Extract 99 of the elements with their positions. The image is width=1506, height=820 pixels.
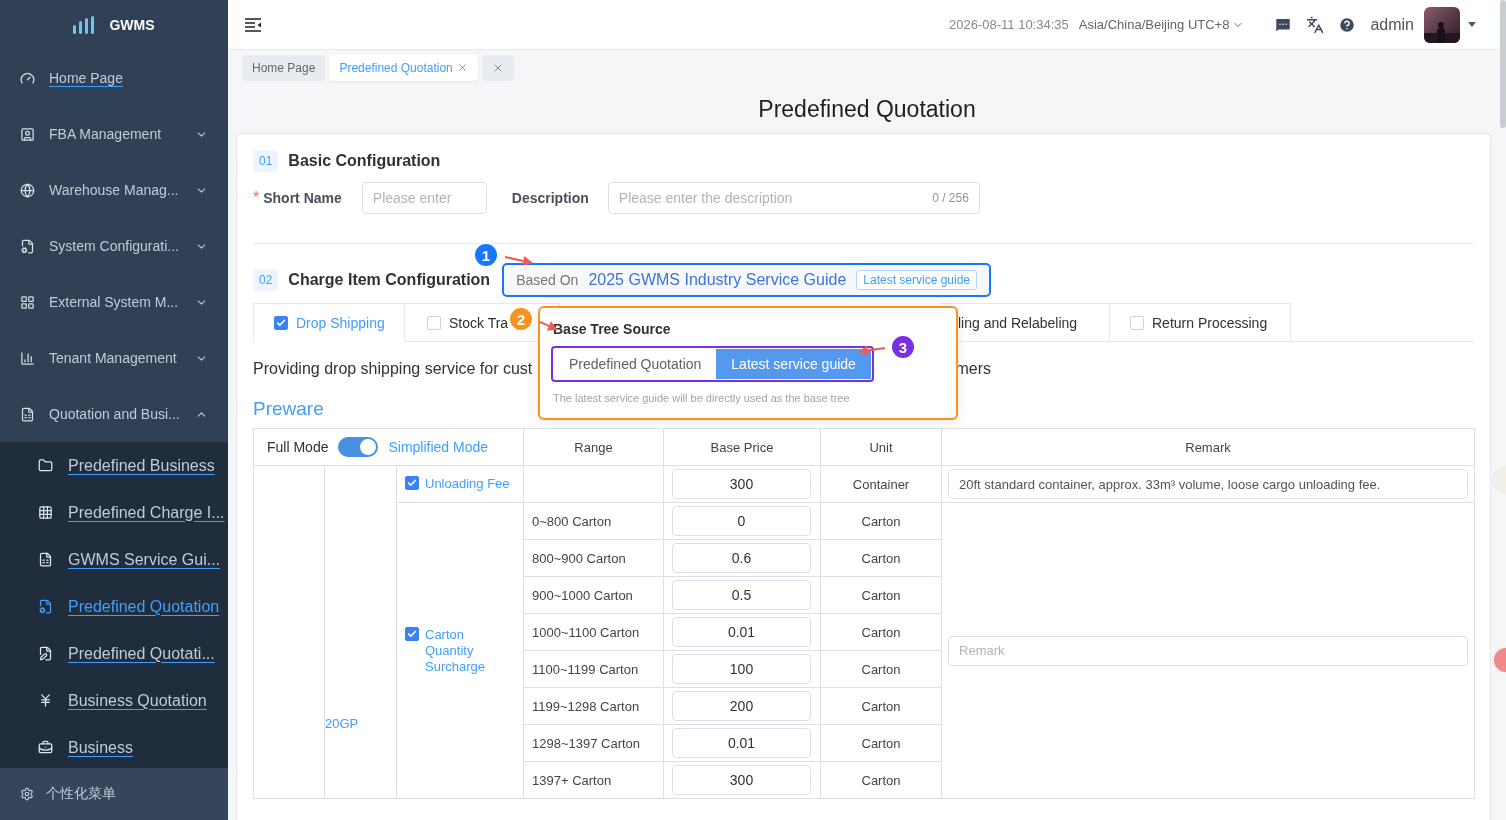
scrollbar[interactable]: [1500, 0, 1506, 128]
unit-cell: Carton: [861, 513, 901, 529]
submenu-item[interactable]: Business Quotation: [0, 677, 228, 724]
help-icon[interactable]: [1338, 15, 1357, 34]
document-icon: [38, 599, 53, 614]
document-icon: [20, 406, 35, 422]
popover-hint: The latest service guide will be directly used as the base tree: [552, 392, 851, 404]
menu-item[interactable]: Warehouse Manag...: [0, 162, 228, 218]
field-label: Short Name: [263, 190, 342, 206]
field-label: Description: [511, 190, 589, 206]
unit-cell: Carton: [861, 772, 901, 788]
menu-item[interactable]: External System M...: [0, 274, 228, 330]
charge-item-label: Carton Quantity Surcharge: [425, 626, 486, 675]
mode-label: Simplified Mode: [388, 439, 489, 455]
section-title: Basic Configuration: [288, 152, 441, 170]
edit-icon: [38, 646, 53, 661]
range-cell: 900~1000 Carton: [532, 587, 633, 603]
translate-icon[interactable]: [1306, 15, 1325, 34]
unit-cell: Carton: [861, 661, 901, 677]
range-cell: 800~900 Carton: [532, 550, 626, 566]
price-input[interactable]: 300: [672, 469, 811, 499]
unit-cell: Carton: [861, 624, 901, 640]
checkbox[interactable]: [405, 476, 419, 490]
settings-icon: [20, 787, 34, 801]
submenu-item[interactable]: Predefined Charge I...: [0, 489, 228, 536]
menu-item[interactable]: System Configurati...: [0, 218, 228, 274]
briefcase-icon: [38, 740, 53, 755]
table-icon: [38, 505, 53, 520]
container-label: 20GP: [325, 716, 359, 731]
price-input[interactable]: 300: [672, 765, 811, 795]
description-text: Providing drop shipping service for cust: [253, 360, 533, 378]
mode-switch[interactable]: [338, 437, 379, 457]
datetime-text: 2026-08-11 10:34:35: [949, 17, 1069, 32]
logo-icon: [73, 16, 96, 34]
timezone-dropdown[interactable]: Asia/China/Beijing UTC+8: [1078, 17, 1245, 32]
document-icon: [38, 552, 53, 567]
column-header: Remark: [941, 428, 1475, 466]
unit-cell: Carton: [861, 587, 901, 603]
guide-link[interactable]: 2025 GWMS Industry Service Guide: [588, 271, 847, 289]
page-title: Predefined Quotation: [757, 94, 977, 124]
section-title: Charge Item Configuration: [288, 271, 491, 289]
submenu-item[interactable]: Predefined Quotati...: [0, 630, 228, 677]
page-tab[interactable]: Home Page: [242, 54, 326, 81]
price-input[interactable]: 0: [672, 506, 811, 536]
personalize-menu-bar[interactable]: 个性化菜单: [0, 768, 228, 820]
arrow: [858, 345, 886, 356]
unit-cell: Carton: [861, 550, 901, 566]
globe-icon: [20, 182, 35, 198]
checkbox[interactable]: [405, 626, 419, 641]
price-input[interactable]: 0.01: [672, 617, 811, 647]
id-card-icon: [20, 126, 35, 142]
menu-item[interactable]: FBA Management: [0, 106, 228, 162]
based-on-label: Based On: [516, 272, 579, 288]
charge-item-label: Unloading Fee: [425, 476, 510, 492]
arrow: [504, 256, 533, 266]
range-cell: 1000~1100 Carton: [532, 624, 640, 640]
range-cell: 1100~1199 Carton: [532, 661, 639, 677]
bar-chart-icon: [20, 350, 35, 366]
section-number: 02: [253, 269, 279, 291]
price-input[interactable]: 100: [672, 654, 811, 684]
yen-icon: [38, 693, 53, 708]
folder-icon: [38, 458, 53, 473]
logo-text: GWMS: [109, 17, 155, 33]
price-input[interactable]: 0.01: [672, 728, 811, 758]
range-cell: 0~800 Carton: [532, 513, 612, 529]
unit-cell: Container: [852, 476, 910, 492]
caret-icon[interactable]: [1468, 22, 1476, 27]
price-input[interactable]: 200: [672, 691, 811, 721]
mode-label: Full Mode: [267, 439, 329, 455]
column-header: Unit: [820, 428, 942, 466]
unit-cell: Carton: [861, 698, 901, 714]
user-name[interactable]: admin: [1370, 15, 1414, 34]
menu-icon[interactable]: [244, 17, 262, 32]
document-icon: [20, 238, 35, 254]
section-heading: Preware: [253, 398, 324, 421]
checkbox[interactable]: [274, 315, 288, 330]
menu-item[interactable]: Home Page: [0, 50, 228, 106]
menu-item[interactable]: Tenant Management: [0, 330, 228, 386]
close-icon[interactable]: [456, 62, 468, 73]
charge-tab[interactable]: Return Processing: [1110, 303, 1291, 342]
gauge-icon: [20, 70, 35, 86]
range-cell: 1397+ Carton: [532, 772, 612, 788]
submenu-item[interactable]: GWMS Service Gui...: [0, 536, 228, 583]
unit-cell: Carton: [861, 735, 901, 751]
guide-tag: Latest service guide: [856, 270, 978, 290]
price-input[interactable]: 0.5: [672, 580, 811, 610]
column-header: Base Price: [663, 428, 821, 466]
submenu-item[interactable]: Predefined Quotation: [0, 583, 228, 630]
section-number: 01: [253, 150, 279, 172]
range-cell: 1298~1397 Carton: [532, 735, 641, 751]
submenu-item[interactable]: Business: [0, 724, 228, 768]
remark-field[interactable]: 20ft standard container, approx. 33m³ volume, loose cargo unloading fee.: [948, 469, 1468, 499]
column-header: Range: [523, 428, 664, 466]
required-mark: *: [253, 189, 260, 207]
range-cell: 1199~1298 Carton: [532, 698, 640, 714]
menu-item[interactable]: Quotation and Busi...: [0, 386, 228, 442]
submenu-item[interactable]: Predefined Business: [0, 442, 228, 489]
grid-icon: [20, 294, 35, 310]
price-input[interactable]: 0.6: [672, 543, 811, 573]
